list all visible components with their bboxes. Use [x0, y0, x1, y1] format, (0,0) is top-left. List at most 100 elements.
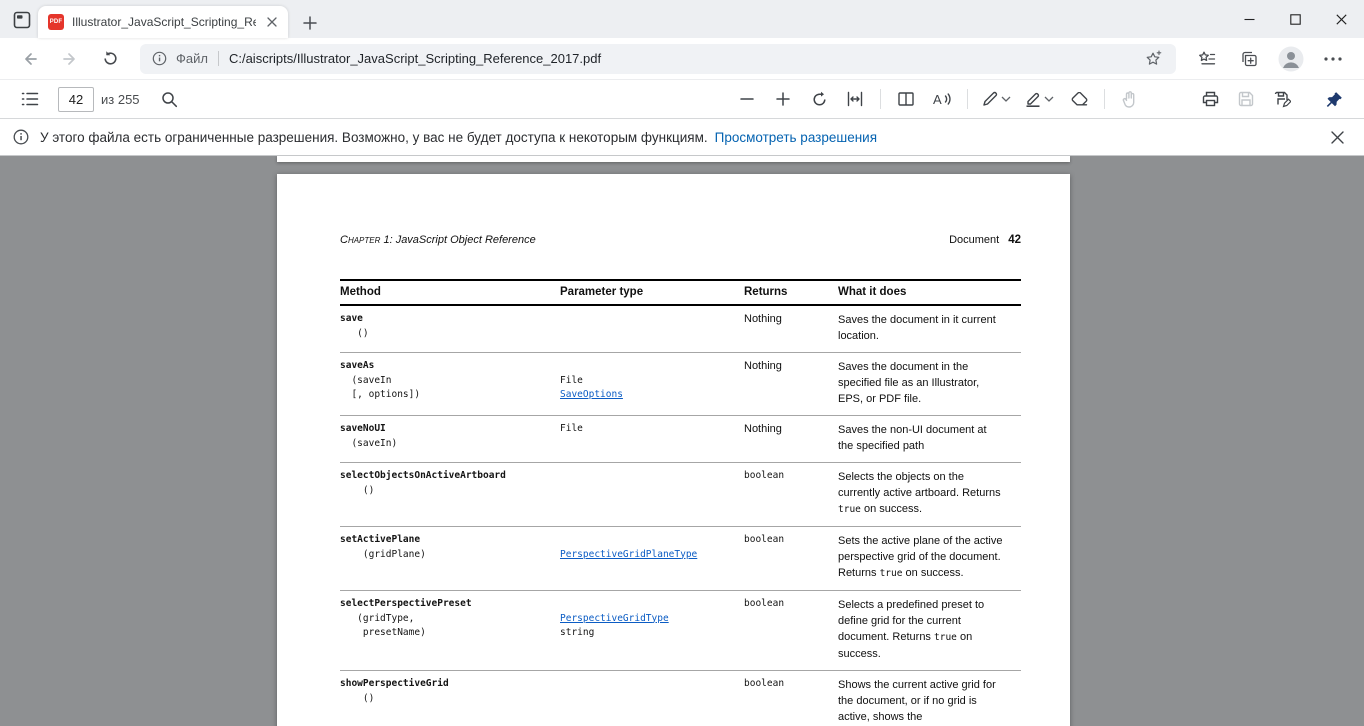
notification-message: У этого файла есть ограниченные разрешен…	[40, 130, 708, 145]
collections-icon	[1240, 50, 1258, 68]
type-link[interactable]: PerspectiveGridPlaneType	[560, 549, 697, 560]
table-body: save ()NothingSaves the document in it c…	[340, 306, 1021, 726]
page-view-button[interactable]	[891, 84, 921, 114]
running-header: Chapter 1: JavaScript Object Reference D…	[340, 234, 1021, 246]
search-button[interactable]	[155, 84, 185, 114]
description-cell: Saves the document in the specified file…	[838, 359, 1003, 407]
returns-cell: boolean	[744, 533, 838, 582]
back-arrow-icon	[21, 50, 39, 68]
parameter-type-cell: FileSaveOptions	[560, 359, 744, 407]
method-cell: selectObjectsOnActiveArtboard ()	[340, 469, 560, 518]
tab-actions-icon	[13, 11, 31, 29]
forward-arrow-icon	[61, 50, 79, 68]
parameter-type-cell: PerspectiveGridTypestring	[560, 597, 744, 662]
minimize-button[interactable]	[1226, 0, 1272, 38]
minimize-icon	[1244, 14, 1255, 25]
column-header: Parameter type	[560, 286, 744, 298]
title-bar: PDF Illustrator_JavaScript_Scripting_Ref…	[0, 0, 1364, 38]
url-field[interactable]: Файл C:/aiscripts/Illustrator_JavaScript…	[140, 44, 1176, 74]
type-link[interactable]: SaveOptions	[560, 389, 623, 400]
url-text: C:/aiscripts/Illustrator_JavaScript_Scri…	[229, 51, 1140, 66]
avatar	[1278, 46, 1304, 72]
pdf-file-icon: PDF	[48, 14, 64, 30]
rotate-icon	[811, 91, 828, 108]
table-row: saveNoUI (saveIn)FileNothingSaves the no…	[340, 416, 1021, 463]
table-row: saveAs (saveIn [, options]) FileSaveOpti…	[340, 353, 1021, 416]
pdf-toolbar: из 255 A	[0, 80, 1364, 119]
maximize-button[interactable]	[1272, 0, 1318, 38]
hand-icon	[1122, 91, 1138, 108]
table-of-contents-icon	[21, 91, 39, 107]
info-icon[interactable]	[152, 51, 167, 66]
page-view-icon	[897, 91, 915, 107]
column-header: Method	[340, 286, 560, 298]
parameter-type-cell: File	[560, 422, 744, 454]
window-close-button[interactable]	[1318, 0, 1364, 38]
url-divider	[218, 51, 219, 66]
description-cell: Selects a predefined preset to define gr…	[838, 597, 1003, 662]
type-link[interactable]: PerspectiveGridType	[560, 613, 669, 624]
draw-button[interactable]	[978, 84, 1015, 114]
profile-button[interactable]	[1274, 42, 1308, 76]
tab-title: Illustrator_JavaScript_Scripting_Referen…	[72, 15, 256, 29]
view-permissions-link[interactable]: Просмотреть разрешения	[715, 130, 877, 145]
read-aloud-button[interactable]: A	[927, 84, 957, 114]
table-row: selectPerspectivePreset (gridType, prese…	[340, 591, 1021, 671]
rotate-button[interactable]	[804, 84, 834, 114]
previous-page-edge	[277, 156, 1070, 162]
settings-menu-button[interactable]	[1316, 42, 1350, 76]
save-as-button[interactable]	[1267, 84, 1297, 114]
close-icon	[267, 17, 277, 27]
erase-button[interactable]	[1064, 84, 1094, 114]
save-icon	[1238, 91, 1254, 107]
table-header-row: MethodParameter typeReturnsWhat it does	[340, 279, 1021, 306]
parameter-type-cell: PerspectiveGridPlaneType	[560, 533, 744, 582]
pdf-viewer-area[interactable]: Chapter 1: JavaScript Object Reference D…	[0, 156, 1364, 726]
favorites-button[interactable]	[1190, 42, 1224, 76]
page-number-input[interactable]	[58, 87, 94, 112]
save-button[interactable]	[1231, 84, 1261, 114]
toolbar-separator	[967, 89, 968, 109]
pan-tool-button[interactable]	[1115, 84, 1145, 114]
browser-tab[interactable]: PDF Illustrator_JavaScript_Scripting_Ref…	[38, 6, 288, 38]
print-button[interactable]	[1195, 84, 1225, 114]
pin-toolbar-button[interactable]	[1319, 84, 1349, 114]
chapter-heading: Chapter 1: JavaScript Object Reference	[340, 234, 536, 246]
refresh-button[interactable]	[93, 42, 127, 76]
table-row: selectObjectsOnActiveArtboard ()booleanS…	[340, 463, 1021, 527]
read-aloud-icon: A	[932, 91, 952, 107]
fit-to-width-button[interactable]	[840, 84, 870, 114]
table-row: save ()NothingSaves the document in it c…	[340, 306, 1021, 353]
refresh-icon	[102, 50, 119, 67]
tab-close-button[interactable]	[262, 12, 282, 32]
tab-actions-button[interactable]	[10, 8, 34, 32]
add-favorite-button[interactable]	[1140, 46, 1166, 72]
permissions-notification-bar: У этого файла есть ограниченные разрешен…	[0, 119, 1364, 156]
method-cell: saveAs (saveIn [, options])	[340, 359, 560, 407]
method-cell: saveNoUI (saveIn)	[340, 422, 560, 454]
plus-icon	[776, 92, 790, 106]
table-of-contents-button[interactable]	[15, 84, 45, 114]
returns-cell: Nothing	[744, 312, 838, 344]
highlight-button[interactable]	[1021, 84, 1058, 114]
forward-button[interactable]	[53, 42, 87, 76]
zoom-in-button[interactable]	[768, 84, 798, 114]
highlighter-icon	[1025, 91, 1041, 107]
parameter-type-cell	[560, 469, 744, 518]
collections-button[interactable]	[1232, 42, 1266, 76]
back-button[interactable]	[13, 42, 47, 76]
reference-table: MethodParameter typeReturnsWhat it does …	[340, 279, 1021, 726]
description-cell: Selects the objects on the currently act…	[838, 469, 1003, 518]
pen-icon	[982, 91, 998, 107]
returns-cell: Nothing	[744, 359, 838, 407]
browser-window: PDF Illustrator_JavaScript_Scripting_Ref…	[0, 0, 1364, 726]
zoom-out-button[interactable]	[732, 84, 762, 114]
printer-icon	[1202, 91, 1219, 107]
notification-close-button[interactable]	[1323, 123, 1351, 151]
info-icon	[13, 129, 29, 145]
address-bar: Файл C:/aiscripts/Illustrator_JavaScript…	[0, 38, 1364, 80]
minus-icon	[740, 92, 754, 106]
method-cell: save ()	[340, 312, 560, 344]
table-row: setActivePlane (gridPlane) PerspectiveGr…	[340, 527, 1021, 591]
new-tab-button[interactable]	[298, 11, 322, 35]
